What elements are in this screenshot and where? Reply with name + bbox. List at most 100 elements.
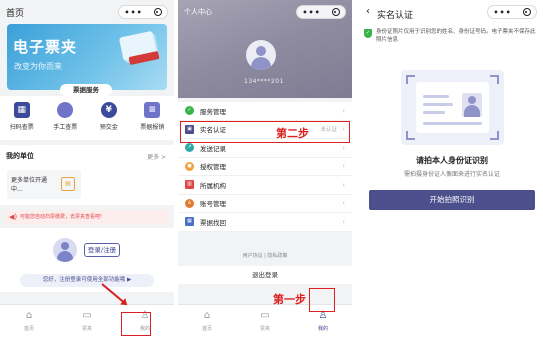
miniapp-capsule[interactable]: ••• xyxy=(118,5,168,19)
menu-label: 票据找回 xyxy=(200,218,226,227)
more-icon[interactable]: ••• xyxy=(124,8,142,17)
shield-icon: ✓ xyxy=(364,29,372,38)
tab-label: 票夹 xyxy=(81,326,92,332)
service-deposit[interactable]: ¥ 预交金 xyxy=(87,96,131,140)
close-miniapp-icon[interactable] xyxy=(522,8,531,16)
login-area: 登录/注册 您好，注册登录可使用全部功能哦 ▶ xyxy=(0,228,174,292)
chevron-right-icon: › xyxy=(342,180,345,189)
start-photo-button[interactable]: 开始拍照识别 xyxy=(369,190,535,210)
real-name-auth-screen: ‹ 实名认证 ••• ✓ 身份证照片仅用于识别您的姓名、身份证号码。电子票夹不保… xyxy=(361,0,543,338)
menu-label: 授权管理 xyxy=(200,163,226,172)
org-icon: ▥ xyxy=(185,180,194,190)
chevron-right-icon: › xyxy=(342,162,345,171)
account-icon: ♙ xyxy=(185,198,194,208)
privacy-notice: ✓ 身份证照片仅用于识别您的姓名、身份证号码。电子票夹不保存此照片信息 xyxy=(364,28,540,44)
service-icon: ✓ xyxy=(185,106,194,116)
menu-label: 账号管理 xyxy=(200,200,226,209)
menu-label: 服务管理 xyxy=(200,107,226,116)
document-icon: ≡ xyxy=(144,102,161,118)
card-line xyxy=(423,95,449,98)
chevron-right-icon: › xyxy=(342,143,345,152)
step-one-label: 第一步 xyxy=(273,293,306,306)
menu-label: 所属机构 xyxy=(200,181,226,190)
divider xyxy=(352,0,361,338)
privacy-text: 身份证照片仅用于识别您的姓名、身份证号码。电子票夹不保存此照片信息 xyxy=(376,29,536,43)
service-label: 预交金 xyxy=(99,124,118,131)
menu-label: 发送记录 xyxy=(200,144,226,153)
login-hint[interactable]: 您好，注册登录可使用全部功能哦 ▶ xyxy=(20,274,154,287)
more-icon[interactable]: ••• xyxy=(493,8,511,17)
chevron-right-icon: › xyxy=(342,199,345,208)
frame-corner xyxy=(406,131,415,140)
tab-home[interactable]: ⌂ 首页 xyxy=(0,305,58,338)
units-more-link[interactable]: 更多 > xyxy=(147,152,166,161)
notice-text: 可能您自动扫票缴费，去票夹查看吧! xyxy=(20,214,103,220)
close-miniapp-icon[interactable] xyxy=(331,8,340,16)
card-line xyxy=(423,122,482,125)
avatar xyxy=(53,238,77,262)
home-icon: ⌂ xyxy=(203,310,211,321)
phone-number: 134****201 xyxy=(244,78,284,85)
top-bar: 首页 ••• xyxy=(0,0,174,24)
more-icon[interactable]: ••• xyxy=(302,8,320,17)
tab-label: 票夹 xyxy=(259,326,270,332)
profile-screen: 个人中心 134****201 ••• ✓ 服务管理 › ▣ 实名认证 未认证 … xyxy=(178,0,352,338)
tab-wallet[interactable]: ▭ 票夹 xyxy=(58,305,116,338)
unit-card-text: 更多单位开通中... xyxy=(11,177,48,193)
highlight-mine-tab xyxy=(309,288,335,312)
send-icon: ↗ xyxy=(185,143,194,153)
wallet-icon: ▭ xyxy=(82,310,92,321)
miniapp-capsule[interactable]: ••• xyxy=(296,5,346,19)
service-label: 手工查票 xyxy=(53,124,78,131)
portrait-icon xyxy=(462,93,482,117)
page-title: 首页 xyxy=(6,8,25,19)
back-chevron-icon[interactable]: ‹ xyxy=(366,6,370,17)
banner-subtitle: 改变为你而来 xyxy=(14,62,62,71)
menu-service-management[interactable]: ✓ 服务管理 › xyxy=(178,102,352,121)
auth-icon: ● xyxy=(185,161,194,171)
tab-label: 我的 xyxy=(317,326,328,332)
my-units-section: 我的单位 更多 > 更多单位开通中... ▤ xyxy=(0,145,174,205)
id-card-icon xyxy=(416,82,489,133)
menu-organization[interactable]: ▥ 所属机构 › xyxy=(178,176,352,195)
yen-icon: ¥ xyxy=(100,102,117,118)
login-register-button[interactable]: 登录/注册 xyxy=(84,243,120,257)
service-grid: ▦ 扫码查票 手工查票 ¥ 预交金 ≡ 票据报销 xyxy=(0,96,174,140)
close-miniapp-icon[interactable] xyxy=(153,8,162,16)
highlight-mine-tab xyxy=(121,312,151,336)
tab-home[interactable]: ⌂ 首页 xyxy=(178,305,236,338)
tab-label: 首页 xyxy=(23,326,34,332)
chevron-right-icon: › xyxy=(342,106,345,115)
chevron-right-icon: › xyxy=(342,217,345,226)
id-card-illustration xyxy=(401,70,504,145)
instruction-heading: 请拍本人身份证识别 xyxy=(416,156,488,165)
page-title: 实名认证 xyxy=(377,11,414,21)
menu-retrieve-tickets[interactable]: ▦ 票据找回 › xyxy=(178,213,352,232)
logout-button[interactable]: 退出登录 xyxy=(178,266,352,284)
calendar-icon: ▤ xyxy=(61,177,75,191)
notice-bar[interactable]: ◀) 可能您自动扫票缴费，去票夹查看吧! xyxy=(5,210,169,224)
tab-wallet[interactable]: ▭ 票夹 xyxy=(236,305,294,338)
promo-banner[interactable]: 电子票夹 改变为你而来 xyxy=(7,24,167,90)
avatar[interactable] xyxy=(246,40,276,70)
frame-corner xyxy=(490,75,499,84)
banner-title: 电子票夹 xyxy=(13,38,78,56)
frame-corner xyxy=(490,131,499,140)
page-title: 个人中心 xyxy=(184,8,212,16)
frame-corner xyxy=(406,75,415,84)
step-two-label: 第二步 xyxy=(276,127,309,140)
units-header: 我的单位 xyxy=(6,152,34,160)
home-icon: ⌂ xyxy=(25,310,33,321)
instruction-subtext: 需拍摄身份证人像面来进行实名认证 xyxy=(403,171,500,178)
footer-links[interactable]: 用户协议 | 隐私政策 xyxy=(178,252,352,259)
service-manual[interactable]: 手工查票 xyxy=(44,96,88,140)
menu-authorization[interactable]: ● 授权管理 › xyxy=(178,158,352,176)
speaker-icon: ◀) xyxy=(9,213,18,221)
unit-card[interactable]: 更多单位开通中... ▤ xyxy=(7,170,81,199)
service-reimburse[interactable]: ≡ 票据报销 xyxy=(131,96,175,140)
service-scan[interactable]: ▦ 扫码查票 xyxy=(0,96,44,140)
miniapp-capsule[interactable]: ••• xyxy=(487,5,537,19)
menu-account[interactable]: ♙ 账号管理 › xyxy=(178,195,352,213)
wallet-icon: ▭ xyxy=(260,310,270,321)
tab-label: 首页 xyxy=(201,326,212,332)
